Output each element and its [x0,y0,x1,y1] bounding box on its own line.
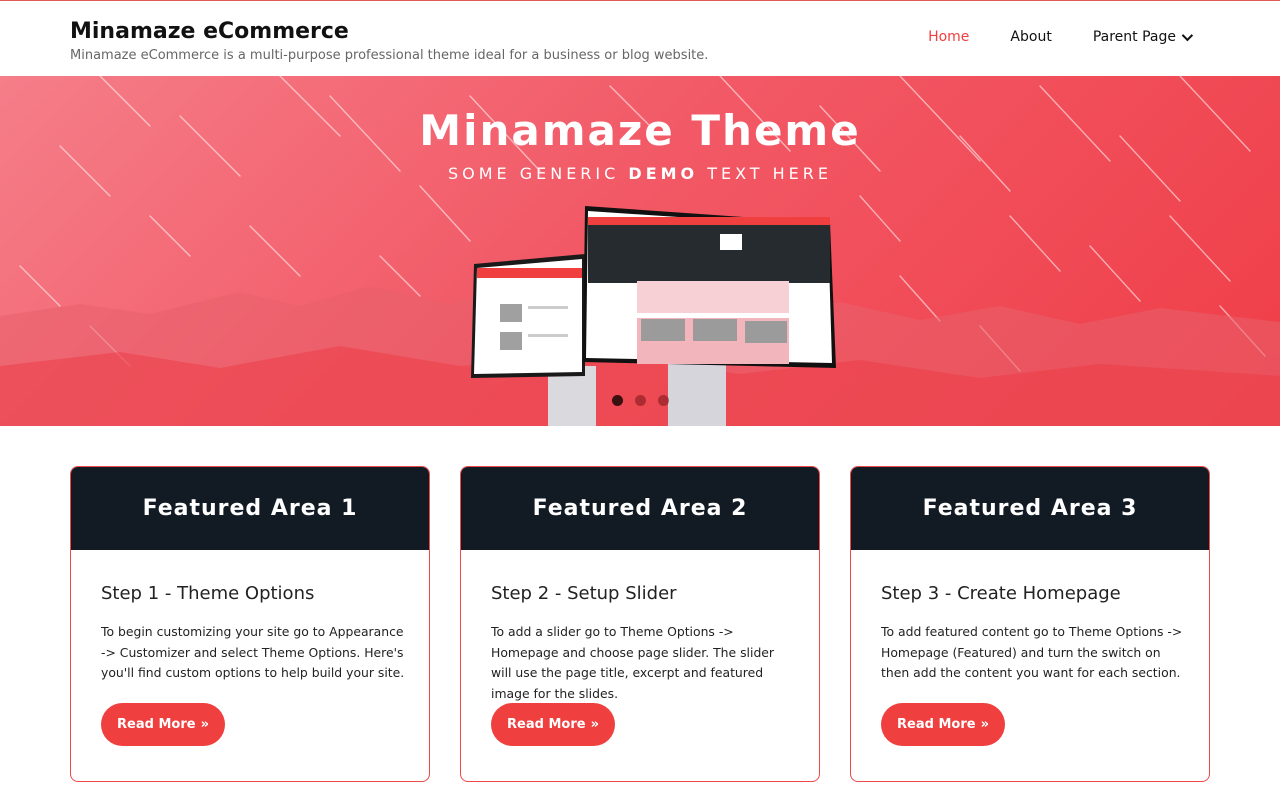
slider-dot-1[interactable] [612,395,623,406]
double-chevron-right-icon: » [980,717,989,732]
featured-card-2: Featured Area 2 Step 2 - Setup Slider To… [460,466,820,782]
card-heading: Featured Area 2 [461,467,819,550]
nav-item-home[interactable]: Home [928,29,969,45]
card-text: To add featured content go to Theme Opti… [881,624,1183,680]
card-text: To add a slider go to Theme Options -> H… [491,624,775,701]
nav-item-label: About [1010,29,1052,45]
nav-item-about[interactable]: About [1010,29,1051,45]
read-more-label: Read More [897,717,976,732]
card-text: To begin customizing your site go to App… [101,624,405,680]
hero-subtitle-bold: DEMO [628,164,699,183]
nav-item-parent-page[interactable]: Parent Page [1092,29,1194,45]
featured-card-1: Featured Area 1 Step 1 - Theme Options T… [70,466,430,782]
read-more-button[interactable]: Read More » [101,703,225,746]
read-more-button[interactable]: Read More » [491,703,615,746]
slider-dot-2[interactable] [635,395,646,406]
chevron-down-icon [1181,29,1194,42]
double-chevron-right-icon: » [590,717,599,732]
card-title: Step 1 - Theme Options [101,583,315,604]
card-heading: Featured Area 3 [851,467,1209,550]
card-title: Step 3 - Create Homepage [881,583,1121,604]
read-more-label: Read More [117,717,196,732]
site-header: Minamaze eCommerce Minamaze eCommerce is… [0,1,1280,76]
main-nav: Home About Parent Page [887,29,1194,45]
featured-card-3: Featured Area 3 Step 3 - Create Homepage… [850,466,1210,782]
read-more-label: Read More [507,717,586,732]
hero-title: Minamaze Theme [419,106,861,155]
double-chevron-right-icon: » [200,717,209,732]
featured-areas: Featured Area 1 Step 1 - Theme Options T… [70,466,1210,782]
read-more-button[interactable]: Read More » [881,703,1005,746]
site-description: Minamaze eCommerce is a multi-purpose pr… [70,48,709,63]
hero-subtitle-pre: SOME GENERIC [447,164,629,183]
hero-slider: Minamaze Theme SOME GENERIC DEMO TEXT HE… [0,76,1280,426]
nav-item-label: Parent Page [1092,29,1176,45]
hero-subtitle: SOME GENERIC DEMO TEXT HERE [0,164,1280,183]
nav-item-label: Home [928,29,970,45]
site-title[interactable]: Minamaze eCommerce [70,19,349,44]
card-title: Step 2 - Setup Slider [491,583,677,604]
slider-dot-3[interactable] [658,395,669,406]
card-heading: Featured Area 1 [71,467,429,550]
slider-pagination [612,395,669,406]
hero-subtitle-post: TEXT HERE [698,164,833,183]
